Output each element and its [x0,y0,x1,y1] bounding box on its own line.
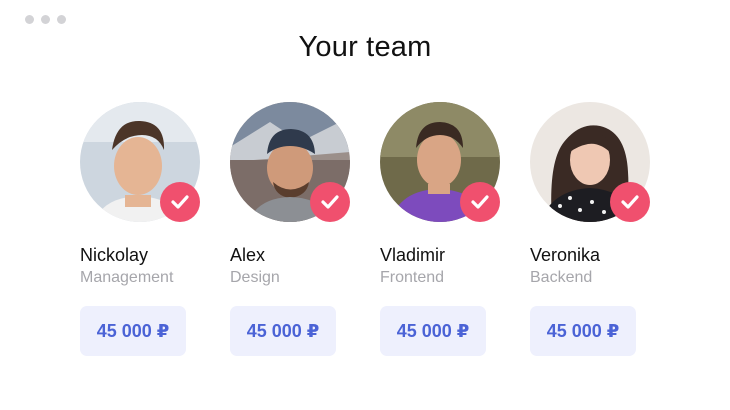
member-role: Backend [530,269,593,286]
window-control-dot[interactable] [41,15,50,24]
check-icon [471,195,489,209]
check-icon [171,195,189,209]
window-control-dot[interactable] [57,15,66,24]
team-member-card[interactable]: Nickolay Management 45 000 ₽ [80,102,220,356]
window-controls [25,15,66,24]
team-member-card[interactable]: Alex Design 45 000 ₽ [230,102,370,356]
member-name: Alex [230,245,266,265]
price-button[interactable]: 45 000 ₽ [380,306,486,356]
team-member-card[interactable]: Vladimir Frontend 45 000 ₽ [380,102,520,356]
team-member-card[interactable]: Veronika Backend 45 000 ₽ [530,102,670,356]
check-badge[interactable] [310,182,350,222]
member-role: Frontend [380,269,445,286]
avatar-container [80,102,200,222]
price-button[interactable]: 45 000 ₽ [530,306,636,356]
page-title: Your team [298,31,432,63]
check-icon [321,195,339,209]
window-control-dot[interactable] [25,15,34,24]
member-name: Vladimir [380,245,446,265]
team-window: Your team Nickolay Management 45 000 ₽ A… [0,0,730,410]
avatar-container [530,102,650,222]
check-badge[interactable] [160,182,200,222]
member-name: Veronika [530,245,601,265]
member-role: Design [230,269,280,286]
check-badge[interactable] [460,182,500,222]
price-button[interactable]: 45 000 ₽ [80,306,186,356]
avatar-container [230,102,350,222]
check-icon [621,195,639,209]
member-name: Nickolay [80,245,149,265]
check-badge[interactable] [610,182,650,222]
avatar-container [380,102,500,222]
price-button[interactable]: 45 000 ₽ [230,306,336,356]
member-role: Management [80,269,174,286]
